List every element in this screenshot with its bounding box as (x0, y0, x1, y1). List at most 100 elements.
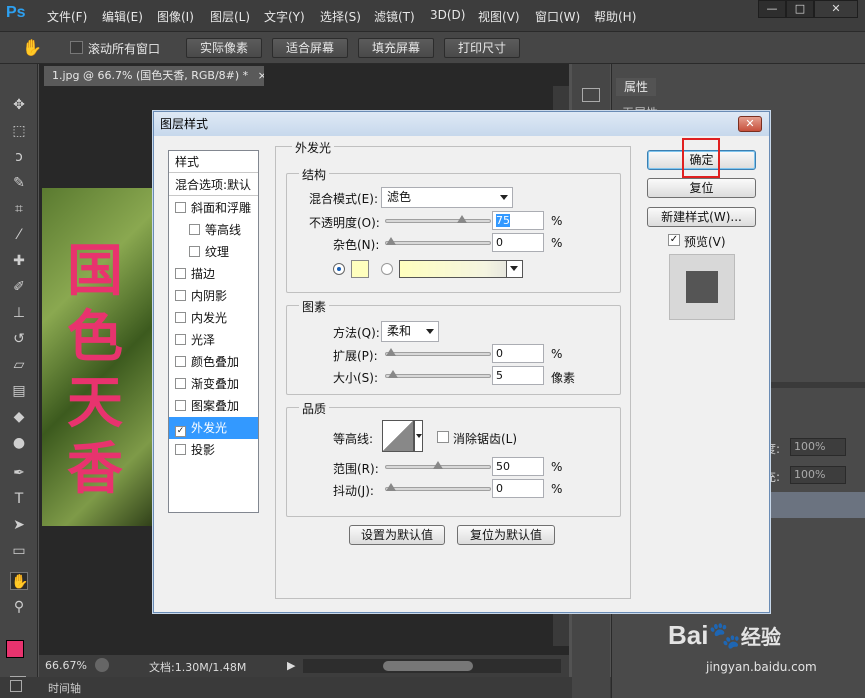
style-checkbox[interactable] (189, 246, 200, 257)
spread-input[interactable]: 0 (492, 344, 544, 363)
gradient-radio[interactable] (381, 263, 393, 275)
blend-mode-select[interactable]: 滤色 (381, 187, 513, 208)
dodge-tool-icon[interactable]: ● (10, 434, 28, 452)
menu-layer[interactable]: 图层(L) (210, 8, 250, 25)
crop-tool-icon[interactable]: ⌗ (10, 200, 28, 218)
reset-button[interactable]: 复位 (647, 178, 756, 198)
shape-tool-icon[interactable]: ▭ (10, 542, 28, 560)
opacity-slider[interactable] (385, 215, 491, 223)
zoom-tool-icon[interactable]: ⚲ (10, 598, 28, 616)
size-slider[interactable] (385, 370, 491, 378)
set-default-button[interactable]: 设置为默认值 (349, 525, 445, 545)
actual-pixels-button[interactable]: 实际像素 (186, 38, 262, 58)
dialog-close-button[interactable]: ✕ (738, 116, 762, 132)
hand-tool-icon[interactable]: ✋ (10, 572, 28, 590)
fit-screen-button[interactable]: 适合屏幕 (272, 38, 348, 58)
style-checkbox[interactable] (175, 400, 186, 411)
history-panel-icon[interactable] (582, 88, 600, 102)
eraser-tool-icon[interactable]: ▱ (10, 356, 28, 374)
quick-select-tool-icon[interactable]: ✎ (10, 174, 28, 192)
jitter-input[interactable]: 0 (492, 479, 544, 498)
style-list-item[interactable]: ✓ 外发光 (169, 417, 258, 439)
pen-tool-icon[interactable]: ✒ (10, 464, 28, 482)
fill-screen-button[interactable]: 填充屏幕 (358, 38, 434, 58)
style-checkbox[interactable] (175, 290, 186, 301)
menu-edit[interactable]: 编辑(E) (102, 8, 143, 25)
minimize-button[interactable]: — (758, 0, 786, 18)
scroll-all-checkbox[interactable] (70, 41, 83, 54)
scrollbar-thumb[interactable] (383, 661, 473, 671)
opacity-slider-thumb[interactable] (456, 215, 467, 223)
stamp-tool-icon[interactable]: ⊥ (10, 304, 28, 322)
menu-select[interactable]: 选择(S) (320, 8, 361, 25)
menu-type[interactable]: 文字(Y) (264, 8, 305, 25)
style-checkbox[interactable] (175, 356, 186, 367)
noise-slider-thumb[interactable] (386, 237, 396, 245)
brush-tool-icon[interactable]: ✐ (10, 278, 28, 296)
glow-color-swatch[interactable] (351, 260, 369, 278)
type-tool-icon[interactable]: T (10, 490, 28, 508)
style-list-item[interactable]: 纹理 (169, 241, 258, 263)
style-list-item[interactable]: 斜面和浮雕 (169, 197, 258, 219)
timeline-label[interactable]: 时间轴 (48, 680, 81, 696)
lasso-tool-icon[interactable]: ↄ (10, 148, 28, 166)
style-list-item[interactable]: 等高线 (169, 219, 258, 241)
range-slider-thumb[interactable] (433, 461, 443, 469)
solid-color-radio[interactable] (333, 263, 345, 275)
style-checkbox[interactable] (175, 444, 186, 455)
anti-alias-checkbox[interactable] (437, 431, 449, 443)
close-tab-icon[interactable]: × (258, 69, 264, 82)
jitter-slider-thumb[interactable] (386, 483, 396, 491)
jitter-slider[interactable] (385, 483, 491, 491)
menu-view[interactable]: 视图(V) (478, 8, 520, 25)
spread-slider[interactable] (385, 348, 491, 356)
reset-default-button[interactable]: 复位为默认值 (457, 525, 555, 545)
menu-file[interactable]: 文件(F) (47, 8, 87, 25)
spread-slider-thumb[interactable] (386, 348, 396, 356)
style-list-item[interactable]: 渐变叠加 (169, 373, 258, 395)
gradient-dropdown[interactable] (506, 261, 522, 277)
history-brush-icon[interactable]: ↺ (10, 330, 28, 348)
foreground-color-swatch[interactable] (6, 640, 24, 658)
style-list-item[interactable]: 内发光 (169, 307, 258, 329)
range-input[interactable]: 50 (492, 457, 544, 476)
print-size-button[interactable]: 打印尺寸 (444, 38, 520, 58)
maximize-button[interactable]: □ (786, 0, 814, 18)
properties-tab[interactable]: 属性 (616, 78, 656, 96)
healing-tool-icon[interactable]: ✚ (10, 252, 28, 270)
horizontal-scrollbar[interactable] (303, 659, 561, 673)
noise-input[interactable]: 0 (492, 233, 544, 252)
menu-filter[interactable]: 滤镜(T) (374, 8, 415, 25)
size-input[interactable]: 5 (492, 366, 544, 385)
marquee-tool-icon[interactable]: ⬚ (10, 122, 28, 140)
eyedropper-tool-icon[interactable]: ⁄ (10, 226, 28, 244)
range-slider[interactable] (385, 461, 491, 469)
style-list-item[interactable]: 投影 (169, 439, 258, 461)
style-list-item[interactable]: 描边 (169, 263, 258, 285)
status-icon[interactable] (95, 658, 109, 672)
preview-checkbox[interactable]: ✓ (668, 234, 680, 246)
zoom-level[interactable]: 66.67% (45, 659, 87, 672)
dialog-title-bar[interactable]: 图层样式 (154, 112, 769, 136)
styles-header[interactable]: 样式 (169, 151, 258, 173)
style-checkbox[interactable] (175, 312, 186, 323)
style-list-item[interactable]: 光泽 (169, 329, 258, 351)
style-list-item[interactable]: 内阴影 (169, 285, 258, 307)
opacity-field[interactable]: 100% (790, 438, 846, 456)
gradient-picker[interactable] (399, 260, 523, 278)
menu-window[interactable]: 窗口(W) (535, 8, 580, 25)
document-tab[interactable]: 1.jpg @ 66.7% (国色天香, RGB/8#) * × (44, 66, 264, 86)
method-select[interactable]: 柔和 (381, 321, 439, 342)
close-app-button[interactable]: ✕ (814, 0, 858, 18)
document-canvas[interactable]: 国 色 天 香 (42, 188, 155, 526)
noise-slider[interactable] (385, 237, 491, 245)
style-checkbox[interactable] (175, 202, 186, 213)
contour-dropdown[interactable] (414, 420, 423, 452)
menu-image[interactable]: 图像(I) (157, 8, 194, 25)
style-list-item[interactable]: 图案叠加 (169, 395, 258, 417)
gradient-tool-icon[interactable]: ▤ (10, 382, 28, 400)
style-list-item[interactable]: 颜色叠加 (169, 351, 258, 373)
size-slider-thumb[interactable] (387, 370, 398, 378)
hand-tool-icon[interactable]: ✋ (22, 38, 42, 57)
menu-help[interactable]: 帮助(H) (594, 8, 636, 25)
